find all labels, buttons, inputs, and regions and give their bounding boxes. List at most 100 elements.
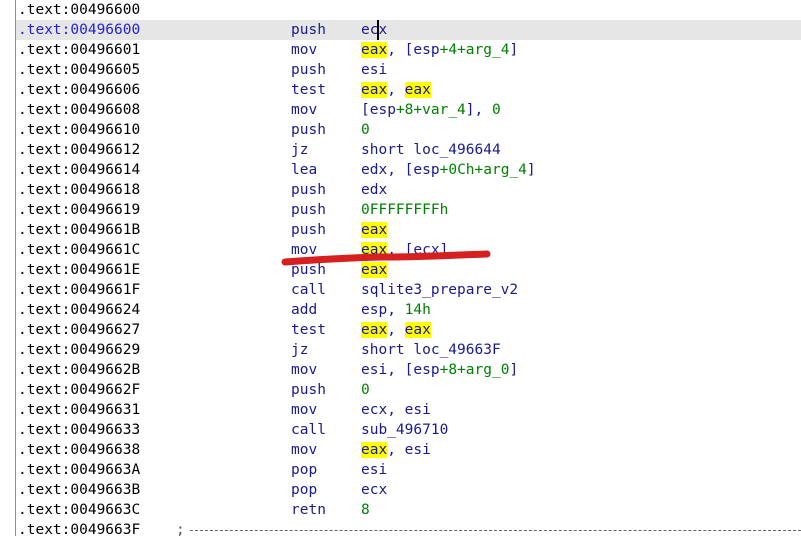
instruction-row[interactable]: .text:0049661F call sqlite3_prepare_v2 xyxy=(0,280,801,300)
instruction-operands[interactable]: esi, [esp+8+arg_0] xyxy=(361,360,518,380)
operand-token[interactable]: ] xyxy=(509,362,518,378)
operand-token[interactable]: ] xyxy=(440,242,449,258)
instruction-mnemonic[interactable]: push xyxy=(291,20,326,40)
operand-token[interactable]: esp xyxy=(413,42,439,58)
instruction-operands[interactable]: short loc_496644 xyxy=(361,140,501,160)
instruction-operands[interactable]: ecx, esi xyxy=(361,400,431,420)
operand-token[interactable]: esp xyxy=(413,162,439,178)
operand-token[interactable]: , xyxy=(387,322,404,338)
operand-token[interactable]: short loc_496644 xyxy=(361,142,501,158)
instruction-mnemonic[interactable]: retn xyxy=(291,500,326,520)
instruction-mnemonic[interactable]: push xyxy=(291,120,326,140)
operand-token[interactable]: 14h xyxy=(405,302,431,318)
instruction-mnemonic[interactable]: test xyxy=(291,320,326,340)
instruction-operands[interactable]: 0 xyxy=(361,120,370,140)
operand-token[interactable]: ] xyxy=(509,42,518,58)
instruction-mnemonic[interactable]: push xyxy=(291,220,326,240)
operand-token[interactable]: 0 xyxy=(361,122,370,138)
operand-token[interactable]: edx xyxy=(361,182,387,198)
operand-token[interactable]: esi xyxy=(405,442,431,458)
operand-token[interactable]: 8 xyxy=(361,502,370,518)
instruction-row[interactable]: .text:0049662B mov esi, [esp+8+arg_0] xyxy=(0,360,801,380)
instruction-row[interactable]: .text:00496627 test eax, eax xyxy=(0,320,801,340)
operand-token[interactable]: eax xyxy=(361,82,388,98)
operand-token[interactable]: , xyxy=(387,442,404,458)
instruction-mnemonic[interactable]: mov xyxy=(291,240,317,260)
instruction-mnemonic[interactable]: mov xyxy=(291,360,317,380)
operand-token[interactable]: +4+arg_4 xyxy=(440,42,510,58)
gutter-column[interactable] xyxy=(0,0,16,536)
instruction-row[interactable]: .text:00496610 push 0 xyxy=(0,120,801,140)
instruction-row[interactable]: .text:00496638 mov eax, esi xyxy=(0,440,801,460)
operand-token[interactable]: esi xyxy=(361,362,387,378)
instruction-row[interactable]: .text:00496606 test eax, eax xyxy=(0,80,801,100)
instruction-mnemonic[interactable]: mov xyxy=(291,100,317,120)
operand-token[interactable]: esi xyxy=(361,462,387,478)
operand-token[interactable]: 0FFFFFFFFh xyxy=(361,202,448,218)
operand-token[interactable]: +8+arg_0 xyxy=(440,362,510,378)
operand-token[interactable]: edx xyxy=(361,162,387,178)
instruction-mnemonic[interactable]: push xyxy=(291,380,326,400)
instruction-operands[interactable]: 0FFFFFFFFh xyxy=(361,200,448,220)
operand-token[interactable]: esp xyxy=(361,302,387,318)
operand-token[interactable]: eax xyxy=(361,442,388,458)
instruction-operands[interactable]: ecx xyxy=(361,480,387,500)
instruction-mnemonic[interactable]: mov xyxy=(291,400,317,420)
instruction-operands[interactable]: eax xyxy=(361,260,388,280)
instruction-row[interactable]: .text:0049663F; xyxy=(0,520,801,536)
instruction-operands[interactable]: eax, eax xyxy=(361,320,431,340)
operand-token[interactable]: , xyxy=(387,82,404,98)
instruction-row[interactable]: .text:0049663C retn 8 xyxy=(0,500,801,520)
instruction-row[interactable]: .text:00496600 push ecx xyxy=(0,20,801,40)
instruction-mnemonic[interactable]: call xyxy=(291,280,326,300)
instruction-row[interactable]: .text:00496614 lea edx, [esp+0Ch+arg_4] xyxy=(0,160,801,180)
operand-token[interactable]: eax xyxy=(361,322,388,338)
instruction-operands[interactable]: edx xyxy=(361,180,387,200)
instruction-mnemonic[interactable]: push xyxy=(291,180,326,200)
operand-token[interactable]: esi xyxy=(361,62,387,78)
instruction-operands[interactable]: 8 xyxy=(361,500,370,520)
operand-token[interactable]: [ xyxy=(361,102,370,118)
operand-token[interactable]: , [ xyxy=(387,42,413,58)
instruction-row[interactable]: .text:0049661C mov eax, [ecx] xyxy=(0,240,801,260)
instruction-operands[interactable]: short loc_49663F xyxy=(361,340,501,360)
operand-token[interactable]: ecx xyxy=(413,242,439,258)
operand-token[interactable]: ] xyxy=(527,162,536,178)
operand-token[interactable]: ecx xyxy=(361,22,387,38)
instruction-row[interactable]: .text:0049663B pop ecx xyxy=(0,480,801,500)
operand-token[interactable]: esp xyxy=(413,362,439,378)
instruction-row[interactable]: .text:00496629 jz short loc_49663F xyxy=(0,340,801,360)
instruction-operands[interactable]: esi xyxy=(361,60,387,80)
operand-token[interactable]: eax xyxy=(361,262,388,278)
operand-token[interactable]: eax xyxy=(361,222,388,238)
operand-token[interactable]: 0 xyxy=(361,382,370,398)
operand-token[interactable]: ecx xyxy=(361,482,387,498)
instruction-operands[interactable]: esp, 14h xyxy=(361,300,431,320)
operand-token[interactable]: 0 xyxy=(492,102,501,118)
instruction-operands[interactable]: eax, [esp+4+arg_4] xyxy=(361,40,518,60)
instruction-mnemonic[interactable]: test xyxy=(291,80,326,100)
instruction-operands[interactable]: eax, [ecx] xyxy=(361,240,448,260)
instruction-row[interactable]: .text:0049663A pop esi xyxy=(0,460,801,480)
operand-token[interactable]: , [ xyxy=(387,242,413,258)
instruction-row[interactable]: .text:00496624 add esp, 14h xyxy=(0,300,801,320)
instruction-mnemonic[interactable]: lea xyxy=(291,160,317,180)
instruction-mnemonic[interactable]: call xyxy=(291,420,326,440)
operand-token[interactable]: eax xyxy=(404,322,431,338)
instruction-operands[interactable]: esi xyxy=(361,460,387,480)
instruction-mnemonic[interactable]: pop xyxy=(291,460,317,480)
instruction-row[interactable]: .text:0049662F push 0 xyxy=(0,380,801,400)
instruction-mnemonic[interactable]: mov xyxy=(291,40,317,60)
instruction-row[interactable]: .text:00496608 mov [esp+8+var_4], 0 xyxy=(0,100,801,120)
operand-token[interactable]: sqlite3_prepare_v2 xyxy=(361,282,518,298)
instruction-operands[interactable]: ecx xyxy=(361,20,387,40)
instruction-row[interactable]: .text:00496633 call sub_496710 xyxy=(0,420,801,440)
operand-token[interactable]: +8+var_4 xyxy=(396,102,466,118)
operand-token[interactable]: short loc_49663F xyxy=(361,342,501,358)
operand-token[interactable]: ], xyxy=(466,102,492,118)
instruction-operands[interactable]: [esp+8+var_4], 0 xyxy=(361,100,501,120)
instruction-row[interactable]: .text:00496612 jz short loc_496644 xyxy=(0,140,801,160)
operand-token[interactable]: , xyxy=(387,302,404,318)
operand-token[interactable]: eax xyxy=(361,42,388,58)
instruction-operands[interactable]: sub_496710 xyxy=(361,420,448,440)
